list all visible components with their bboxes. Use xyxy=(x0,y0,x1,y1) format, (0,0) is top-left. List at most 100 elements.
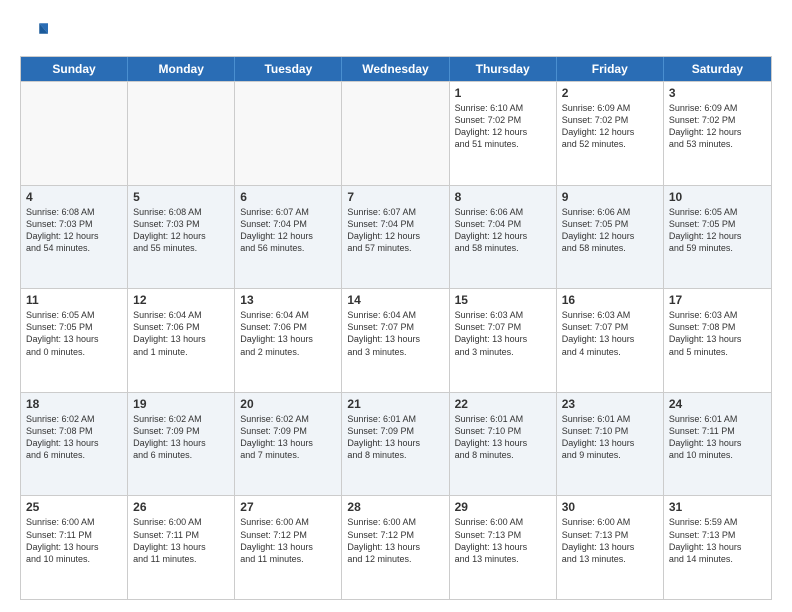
day-number: 17 xyxy=(669,293,766,307)
day-number: 13 xyxy=(240,293,336,307)
cell-info: Sunrise: 6:01 AM Sunset: 7:11 PM Dayligh… xyxy=(669,413,766,462)
header xyxy=(20,18,772,46)
cal-cell-18: 18 Sunrise: 6:02 AM Sunset: 7:08 PM Dayli… xyxy=(21,393,128,496)
cal-cell-9: 9Sunrise: 6:06 AM Sunset: 7:05 PM Daylig… xyxy=(557,186,664,289)
cell-info: Sunrise: 6:01 AM Sunset: 7:09 PM Dayligh… xyxy=(347,413,443,462)
day-number: 12 xyxy=(133,293,229,307)
day-number: 10 xyxy=(669,190,766,204)
cal-cell-17: 17 Sunrise: 6:03 AM Sunset: 7:08 PM Dayli… xyxy=(664,289,771,392)
cell-info: Sunrise: 6:00 AM Sunset: 7:13 PM Dayligh… xyxy=(455,516,551,565)
cal-cell-26: 26 Sunrise: 6:00 AM Sunset: 7:11 PM Dayli… xyxy=(128,496,235,599)
cell-info: Sunrise: 6:02 AM Sunset: 7:08 PM Dayligh… xyxy=(26,413,122,462)
cell-info: Sunrise: 5:59 AM Sunset: 7:13 PM Dayligh… xyxy=(669,516,766,565)
cal-cell-27: 27 Sunrise: 6:00 AM Sunset: 7:12 PM Dayli… xyxy=(235,496,342,599)
day-number: 5 xyxy=(133,190,229,204)
cell-info: Sunrise: 6:05 AM Sunset: 7:05 PM Dayligh… xyxy=(26,309,122,358)
day-number: 31 xyxy=(669,500,766,514)
cal-cell-13: 13 Sunrise: 6:04 AM Sunset: 7:06 PM Dayli… xyxy=(235,289,342,392)
cal-cell-28: 28 Sunrise: 6:00 AM Sunset: 7:12 PM Dayli… xyxy=(342,496,449,599)
day-number: 8 xyxy=(455,190,551,204)
cell-info: Sunrise: 6:07 AM Sunset: 7:04 PM Dayligh… xyxy=(240,206,336,255)
cell-info: Sunrise: 6:10 AM Sunset: 7:02 PM Dayligh… xyxy=(455,102,551,151)
day-number: 1 xyxy=(455,86,551,100)
day-number: 6 xyxy=(240,190,336,204)
day-number: 15 xyxy=(455,293,551,307)
cal-cell-29: 29Sunrise: 6:00 AM Sunset: 7:13 PM Dayli… xyxy=(450,496,557,599)
day-number: 22 xyxy=(455,397,551,411)
cal-cell-22: 22 Sunrise: 6:01 AM Sunset: 7:10 PM Dayli… xyxy=(450,393,557,496)
cell-info: Sunrise: 6:09 AM Sunset: 7:02 PM Dayligh… xyxy=(669,102,766,151)
cal-cell-5: 5Sunrise: 6:08 AM Sunset: 7:03 PM Daylig… xyxy=(128,186,235,289)
day-number: 27 xyxy=(240,500,336,514)
cal-cell-empty-0-0 xyxy=(21,82,128,185)
cell-info: Sunrise: 6:07 AM Sunset: 7:04 PM Dayligh… xyxy=(347,206,443,255)
cal-row-3: 11Sunrise: 6:05 AM Sunset: 7:05 PM Dayli… xyxy=(21,288,771,392)
day-number: 28 xyxy=(347,500,443,514)
logo-icon xyxy=(20,18,48,46)
cal-cell-23: 23Sunrise: 6:01 AM Sunset: 7:10 PM Dayli… xyxy=(557,393,664,496)
day-number: 3 xyxy=(669,86,766,100)
cal-cell-24: 24 Sunrise: 6:01 AM Sunset: 7:11 PM Dayli… xyxy=(664,393,771,496)
cal-cell-16: 16Sunrise: 6:03 AM Sunset: 7:07 PM Dayli… xyxy=(557,289,664,392)
day-number: 18 xyxy=(26,397,122,411)
day-number: 24 xyxy=(669,397,766,411)
cell-info: Sunrise: 6:04 AM Sunset: 7:07 PM Dayligh… xyxy=(347,309,443,358)
day-number: 19 xyxy=(133,397,229,411)
cal-cell-7: 7 Sunrise: 6:07 AM Sunset: 7:04 PM Daylig… xyxy=(342,186,449,289)
cell-info: Sunrise: 6:08 AM Sunset: 7:03 PM Dayligh… xyxy=(26,206,122,255)
cell-info: Sunrise: 6:04 AM Sunset: 7:06 PM Dayligh… xyxy=(240,309,336,358)
cell-info: Sunrise: 6:03 AM Sunset: 7:08 PM Dayligh… xyxy=(669,309,766,358)
cal-cell-25: 25 Sunrise: 6:00 AM Sunset: 7:11 PM Dayli… xyxy=(21,496,128,599)
header-cell-friday: Friday xyxy=(557,57,664,81)
cell-info: Sunrise: 6:05 AM Sunset: 7:05 PM Dayligh… xyxy=(669,206,766,255)
cal-cell-20: 20 Sunrise: 6:02 AM Sunset: 7:09 PM Dayli… xyxy=(235,393,342,496)
cell-info: Sunrise: 6:00 AM Sunset: 7:11 PM Dayligh… xyxy=(26,516,122,565)
header-cell-thursday: Thursday xyxy=(450,57,557,81)
day-number: 16 xyxy=(562,293,658,307)
cell-info: Sunrise: 6:00 AM Sunset: 7:13 PM Dayligh… xyxy=(562,516,658,565)
cal-cell-30: 30 Sunrise: 6:00 AM Sunset: 7:13 PM Dayli… xyxy=(557,496,664,599)
cal-cell-10: 10 Sunrise: 6:05 AM Sunset: 7:05 PM Dayli… xyxy=(664,186,771,289)
cal-cell-31: 31 Sunrise: 5:59 AM Sunset: 7:13 PM Dayli… xyxy=(664,496,771,599)
header-cell-sunday: Sunday xyxy=(21,57,128,81)
day-number: 7 xyxy=(347,190,443,204)
cal-cell-15: 15Sunrise: 6:03 AM Sunset: 7:07 PM Dayli… xyxy=(450,289,557,392)
cal-cell-12: 12Sunrise: 6:04 AM Sunset: 7:06 PM Dayli… xyxy=(128,289,235,392)
page: SundayMondayTuesdayWednesdayThursdayFrid… xyxy=(0,0,792,612)
day-number: 21 xyxy=(347,397,443,411)
cal-cell-empty-0-1 xyxy=(128,82,235,185)
cal-cell-11: 11Sunrise: 6:05 AM Sunset: 7:05 PM Dayli… xyxy=(21,289,128,392)
cal-cell-8: 8 Sunrise: 6:06 AM Sunset: 7:04 PM Daylig… xyxy=(450,186,557,289)
cal-cell-21: 21 Sunrise: 6:01 AM Sunset: 7:09 PM Dayli… xyxy=(342,393,449,496)
cal-cell-1: 1 Sunrise: 6:10 AM Sunset: 7:02 PM Daylig… xyxy=(450,82,557,185)
calendar-body: 1 Sunrise: 6:10 AM Sunset: 7:02 PM Daylig… xyxy=(21,81,771,599)
day-number: 4 xyxy=(26,190,122,204)
cell-info: Sunrise: 6:00 AM Sunset: 7:12 PM Dayligh… xyxy=(240,516,336,565)
header-cell-tuesday: Tuesday xyxy=(235,57,342,81)
cal-cell-3: 3 Sunrise: 6:09 AM Sunset: 7:02 PM Daylig… xyxy=(664,82,771,185)
cal-cell-14: 14Sunrise: 6:04 AM Sunset: 7:07 PM Dayli… xyxy=(342,289,449,392)
header-cell-monday: Monday xyxy=(128,57,235,81)
cell-info: Sunrise: 6:06 AM Sunset: 7:04 PM Dayligh… xyxy=(455,206,551,255)
day-number: 20 xyxy=(240,397,336,411)
cell-info: Sunrise: 6:02 AM Sunset: 7:09 PM Dayligh… xyxy=(240,413,336,462)
cal-cell-empty-0-2 xyxy=(235,82,342,185)
cell-info: Sunrise: 6:00 AM Sunset: 7:12 PM Dayligh… xyxy=(347,516,443,565)
cell-info: Sunrise: 6:01 AM Sunset: 7:10 PM Dayligh… xyxy=(455,413,551,462)
day-number: 30 xyxy=(562,500,658,514)
day-number: 26 xyxy=(133,500,229,514)
cal-cell-empty-0-3 xyxy=(342,82,449,185)
cell-info: Sunrise: 6:00 AM Sunset: 7:11 PM Dayligh… xyxy=(133,516,229,565)
header-cell-saturday: Saturday xyxy=(664,57,771,81)
day-number: 25 xyxy=(26,500,122,514)
cell-info: Sunrise: 6:01 AM Sunset: 7:10 PM Dayligh… xyxy=(562,413,658,462)
cal-row-1: 1 Sunrise: 6:10 AM Sunset: 7:02 PM Daylig… xyxy=(21,81,771,185)
cell-info: Sunrise: 6:02 AM Sunset: 7:09 PM Dayligh… xyxy=(133,413,229,462)
day-number: 2 xyxy=(562,86,658,100)
cal-row-4: 18 Sunrise: 6:02 AM Sunset: 7:08 PM Dayli… xyxy=(21,392,771,496)
cell-info: Sunrise: 6:09 AM Sunset: 7:02 PM Dayligh… xyxy=(562,102,658,151)
cal-cell-6: 6 Sunrise: 6:07 AM Sunset: 7:04 PM Daylig… xyxy=(235,186,342,289)
calendar: SundayMondayTuesdayWednesdayThursdayFrid… xyxy=(20,56,772,600)
cell-info: Sunrise: 6:06 AM Sunset: 7:05 PM Dayligh… xyxy=(562,206,658,255)
cal-row-5: 25 Sunrise: 6:00 AM Sunset: 7:11 PM Dayli… xyxy=(21,495,771,599)
